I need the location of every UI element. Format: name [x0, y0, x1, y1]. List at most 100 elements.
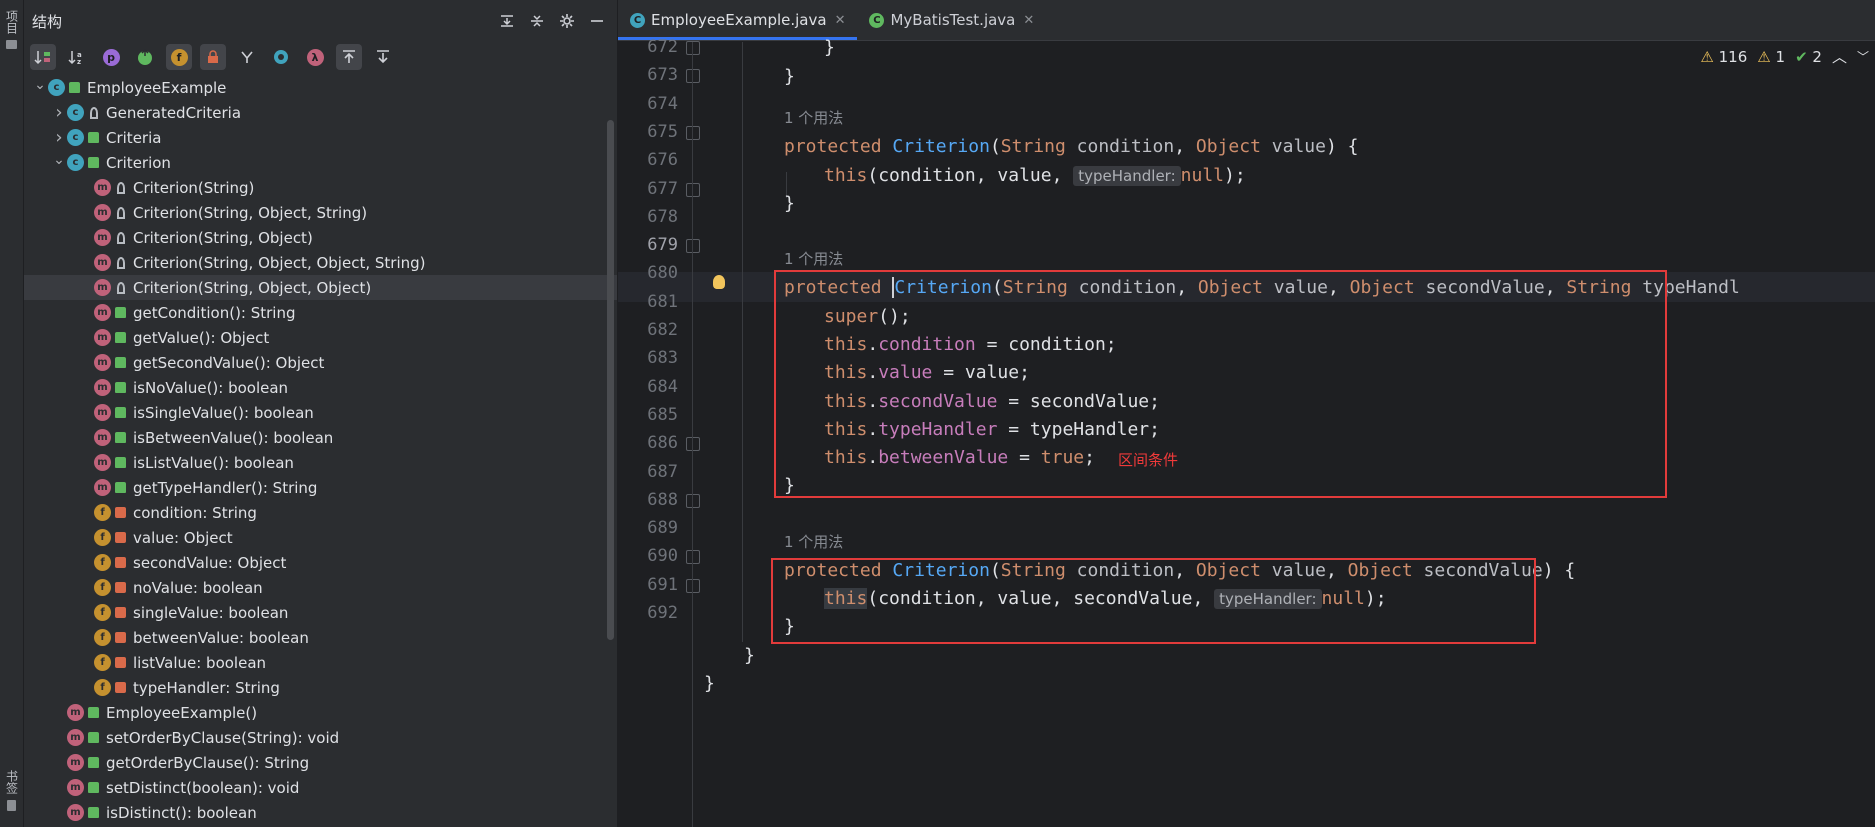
structure-header: 结构: [24, 0, 617, 42]
tree-node[interactable]: m setOrderByClause(String): void: [24, 725, 617, 750]
chevron-down-icon[interactable]: ﹀: [1857, 48, 1869, 65]
method-icon: m: [94, 354, 111, 371]
tree-node-label: getValue(): Object: [133, 328, 270, 347]
public-icon: [115, 357, 126, 368]
show-lambdas-button[interactable]: λ: [302, 44, 328, 70]
tree-node-label: isListValue(): boolean: [133, 453, 294, 472]
tree-node-label: EmployeeExample: [87, 78, 227, 97]
public-icon: [88, 707, 99, 718]
private-lock-icon: [115, 607, 126, 618]
chevron-up-icon[interactable]: ︿: [1832, 46, 1847, 67]
tree-node[interactable]: m EmployeeExample(): [24, 700, 617, 725]
tree-node-label: getTypeHandler(): String: [133, 478, 318, 497]
autoscroll-from-source-button[interactable]: [370, 44, 396, 70]
sort-alphabetically-button[interactable]: az: [64, 44, 90, 70]
property-icon: p: [102, 48, 120, 66]
tree-node-label: getSecondValue(): Object: [133, 353, 325, 372]
tree-node[interactable]: ⌄ c Criterion: [24, 150, 617, 175]
usage-hint[interactable]: 1 个用法: [784, 107, 843, 128]
project-tab-label: 项目: [4, 10, 19, 34]
line-number[interactable]: 674: [618, 94, 678, 114]
expand-all-icon[interactable]: [497, 11, 517, 31]
tree-node[interactable]: m getTypeHandler(): String: [24, 475, 617, 500]
show-fields-button[interactable]: f: [166, 44, 192, 70]
chevron-right-icon[interactable]: ›: [51, 127, 67, 148]
tree-node[interactable]: m Criterion(String, Object, String): [24, 200, 617, 225]
tree-node[interactable]: m isDistinct(): boolean: [24, 800, 617, 825]
tree-node[interactable]: m setDistinct(boolean): void: [24, 775, 617, 800]
show-anonymous-button[interactable]: [268, 44, 294, 70]
chevron-down-icon[interactable]: ⌄: [32, 77, 48, 93]
tree-node[interactable]: m isNoValue(): boolean: [24, 375, 617, 400]
warning-icon: ⚠: [1700, 47, 1714, 66]
tree-node[interactable]: f value: Object: [24, 525, 617, 550]
inspection-widget[interactable]: ⚠ 116 ⚠ 1 ✔ 2 ︿ ﹀: [1700, 46, 1875, 67]
sort-by-type-button[interactable]: [30, 44, 56, 70]
autoscroll-to-source-button[interactable]: [336, 44, 362, 70]
tool-window-strip: 项目 书签: [0, 0, 24, 827]
show-properties-button[interactable]: p: [98, 44, 124, 70]
tree-node[interactable]: m Criterion(String, Object, Object, Strin…: [24, 250, 617, 275]
tree-node[interactable]: › c GeneratedCriteria: [24, 100, 617, 125]
show-hierarchy-button[interactable]: [234, 44, 260, 70]
gear-icon[interactable]: [557, 11, 577, 31]
structure-tree: ⌄ c EmployeeExample › c GeneratedCriteria › c Cr…: [24, 75, 617, 825]
package-private-icon: [117, 231, 125, 244]
structure-panel: 结构 az p f λ ⌄ c EmployeeExample › c Gene…: [24, 0, 618, 827]
collapse-all-icon[interactable]: [527, 11, 547, 31]
usage-hint[interactable]: 1 个用法: [784, 248, 843, 269]
method-icon: m: [94, 379, 111, 396]
project-tool-tab[interactable]: 项目: [3, 10, 19, 49]
tree-node[interactable]: m getCondition(): String: [24, 300, 617, 325]
method-icon: m: [67, 704, 84, 721]
code-editor: C EmployeeExample.java ✕ C MyBatisTest.j…: [618, 0, 1875, 827]
code-line: this(condition, value, typeHandler: null)…: [824, 164, 1246, 186]
code-area[interactable]: 672 673 674 675 676 677 678 679 680 681 682 683 684 6…: [618, 37, 1875, 827]
tree-node[interactable]: m Criterion(String, Object, Object): [24, 275, 617, 300]
java-class-icon: C: [630, 12, 645, 28]
tree-node[interactable]: m getSecondValue(): Object: [24, 350, 617, 375]
tree-node[interactable]: m isBetweenValue(): boolean: [24, 425, 617, 450]
tree-node-label: Criterion(String, Object, Object, String…: [133, 253, 426, 272]
code-line: }: [784, 65, 795, 87]
method-icon: m: [94, 254, 111, 271]
tree-node-label: isSingleValue(): boolean: [133, 403, 314, 422]
close-icon[interactable]: ✕: [1023, 13, 1034, 28]
field-icon: f: [170, 48, 188, 66]
parameter-hint: typeHandler:: [1073, 165, 1181, 186]
minimize-icon[interactable]: [587, 11, 607, 31]
tree-node-label: isBetweenValue(): boolean: [133, 428, 334, 447]
bookmarks-tool-tab[interactable]: 书签: [3, 770, 19, 811]
lightbulb-icon[interactable]: [713, 275, 725, 289]
fold-marker-icon[interactable]: [686, 239, 700, 254]
tree-node[interactable]: › c Criteria: [24, 125, 617, 150]
private-lock-icon: [115, 557, 126, 568]
tree-node[interactable]: m Criterion(String, Object): [24, 225, 617, 250]
tree-node[interactable]: m getOrderByClause(): String: [24, 750, 617, 775]
method-icon: m: [67, 729, 84, 746]
tree-node[interactable]: f noValue: boolean: [24, 575, 617, 600]
tree-node[interactable]: ⌄ c EmployeeExample: [24, 75, 617, 100]
tree-node[interactable]: f condition: String: [24, 500, 617, 525]
tree-node[interactable]: f listValue: boolean: [24, 650, 617, 675]
usage-hint[interactable]: 1 个用法: [784, 531, 843, 552]
tree-node[interactable]: m getValue(): Object: [24, 325, 617, 350]
close-icon[interactable]: ✕: [835, 13, 846, 28]
tree-node[interactable]: f typeHandler: String: [24, 675, 617, 700]
chevron-right-icon[interactable]: ›: [51, 102, 67, 123]
tree-node[interactable]: f betweenValue: boolean: [24, 625, 617, 650]
tree-node[interactable]: f singleValue: boolean: [24, 600, 617, 625]
tree-node[interactable]: m isListValue(): boolean: [24, 450, 617, 475]
tree-node[interactable]: f secondValue: Object: [24, 550, 617, 575]
tree-node-label: Criterion(String, Object, Object): [133, 278, 372, 297]
line-number[interactable]: 679: [618, 235, 678, 255]
show-inherited-button[interactable]: [132, 44, 158, 70]
line-number[interactable]: 689: [618, 518, 678, 538]
method-icon: m: [67, 804, 84, 821]
tree-node[interactable]: m Criterion(String): [24, 175, 617, 200]
tree-node[interactable]: m isSingleValue(): boolean: [24, 400, 617, 425]
chevron-down-icon[interactable]: ⌄: [51, 152, 67, 168]
tree-node-label: typeHandler: String: [133, 678, 280, 697]
show-non-public-button[interactable]: [200, 44, 226, 70]
structure-scrollbar[interactable]: [607, 120, 614, 640]
